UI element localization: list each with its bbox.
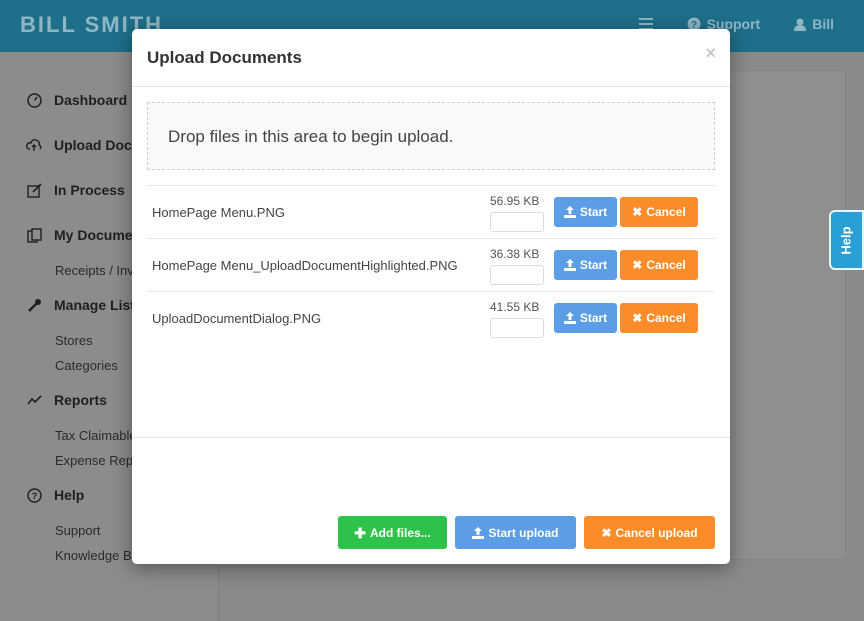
sidebar-item-my-documents[interactable]: My Documen xyxy=(26,227,141,243)
dashboard-icon xyxy=(26,92,42,108)
user-menu[interactable]: Bill xyxy=(794,16,834,32)
sidebar-item-help[interactable]: ? Help xyxy=(26,487,84,503)
start-upload-button[interactable]: Start upload xyxy=(455,516,576,549)
sidebar-item-label: Dashboard xyxy=(54,92,128,108)
file-row: HomePage Menu_UploadDocumentHighlighted.… xyxy=(147,238,715,291)
upload-documents-modal: Upload Documents × Drop files in this ar… xyxy=(132,29,730,564)
sidebar-subitem-tax[interactable]: Tax Claimable xyxy=(55,428,137,443)
cancel-label: Cancel xyxy=(646,258,686,272)
sidebar-item-label: Upload Docu xyxy=(54,137,141,153)
user-label: Bill xyxy=(812,16,834,32)
help-tab-label: Help xyxy=(838,225,854,255)
file-size: 41.55 KB xyxy=(490,300,540,314)
start-label: Start xyxy=(579,258,608,272)
sidebar-subitem-stores[interactable]: Stores xyxy=(55,333,93,348)
start-label: Start xyxy=(579,311,608,325)
cancel-label: Cancel xyxy=(646,205,686,219)
sidebar-item-dashboard[interactable]: Dashboard xyxy=(26,92,127,108)
upload-icon xyxy=(563,206,576,218)
times-icon: ✖ xyxy=(601,525,612,540)
plus-icon: ✚ xyxy=(354,524,367,541)
file-list: HomePage Menu.PNG 56.95 KB Start ✖ Cance… xyxy=(147,185,715,344)
cancel-upload-button[interactable]: ✖ Cancel upload xyxy=(584,516,715,549)
sidebar-item-label: Reports xyxy=(54,392,107,408)
modal-footer-divider xyxy=(132,437,730,438)
cancel-button[interactable]: ✖ Cancel xyxy=(620,197,698,227)
sidebar-item-label: Help xyxy=(54,487,85,503)
dropzone-text: Drop files in this area to begin upload. xyxy=(168,127,454,146)
modal-title: Upload Documents xyxy=(147,48,302,67)
edit-icon xyxy=(26,182,42,198)
file-name: HomePage Menu_UploadDocumentHighlighted.… xyxy=(152,258,458,273)
cancel-button[interactable]: ✖ Cancel xyxy=(620,250,698,280)
times-icon: ✖ xyxy=(632,311,643,325)
sidebar-item-label: In Process xyxy=(54,182,125,198)
sidebar-item-upload[interactable]: Upload Docu xyxy=(26,137,140,153)
sidebar-subitem-support[interactable]: Support xyxy=(55,523,101,538)
file-size: 36.38 KB xyxy=(490,247,540,261)
times-icon: ✖ xyxy=(632,205,643,219)
sidebar-item-label: My Documen xyxy=(54,227,142,243)
sidebar-item-manage-lists[interactable]: Manage Lists xyxy=(26,297,143,313)
file-row: UploadDocumentDialog.PNG 41.55 KB Start … xyxy=(147,291,715,344)
start-upload-label: Start upload xyxy=(488,525,559,540)
help-tab[interactable]: Help xyxy=(829,210,864,270)
upload-icon xyxy=(563,259,576,271)
upload-cloud-icon xyxy=(26,137,42,153)
copy-icon xyxy=(26,227,42,243)
wrench-icon xyxy=(26,297,42,313)
add-files-label: Add files... xyxy=(370,525,431,540)
start-button[interactable]: Start xyxy=(554,250,617,280)
upload-progress xyxy=(490,318,544,338)
modal-header: Upload Documents × xyxy=(132,29,730,87)
add-files-button[interactable]: ✚ Add files... xyxy=(338,516,447,549)
sidebar-subitem-categories[interactable]: Categories xyxy=(55,358,118,373)
cancel-button[interactable]: ✖ Cancel xyxy=(620,303,698,333)
start-label: Start xyxy=(579,205,608,219)
sidebar-subitem-knowledge[interactable]: Knowledge B xyxy=(55,548,132,563)
file-name: UploadDocumentDialog.PNG xyxy=(152,311,322,326)
file-size: 56.95 KB xyxy=(490,194,540,208)
upload-icon xyxy=(472,526,485,539)
file-name: HomePage Menu.PNG xyxy=(152,205,285,220)
sidebar-subitem-receipts[interactable]: Receipts / Inv xyxy=(55,263,134,278)
upload-icon xyxy=(563,312,576,324)
svg-text:?: ? xyxy=(31,491,37,501)
times-icon: ✖ xyxy=(632,258,643,272)
start-button[interactable]: Start xyxy=(554,303,617,333)
cancel-upload-label: Cancel upload xyxy=(615,525,698,540)
upload-progress xyxy=(490,212,544,232)
file-dropzone[interactable]: Drop files in this area to begin upload. xyxy=(147,102,715,170)
sidebar-item-reports[interactable]: Reports xyxy=(26,392,107,408)
sidebar-subitem-expense[interactable]: Expense Repo xyxy=(55,453,140,468)
sidebar-item-in-process[interactable]: In Process xyxy=(26,182,125,198)
cancel-label: Cancel xyxy=(646,311,686,325)
upload-progress xyxy=(490,265,544,285)
chart-line-icon xyxy=(26,392,42,408)
user-icon xyxy=(794,18,807,31)
sidebar-item-label: Manage Lists xyxy=(54,297,143,313)
start-button[interactable]: Start xyxy=(554,197,617,227)
file-row: HomePage Menu.PNG 56.95 KB Start ✖ Cance… xyxy=(147,185,715,238)
question-circle-icon: ? xyxy=(26,487,42,503)
close-icon[interactable]: × xyxy=(705,43,716,64)
